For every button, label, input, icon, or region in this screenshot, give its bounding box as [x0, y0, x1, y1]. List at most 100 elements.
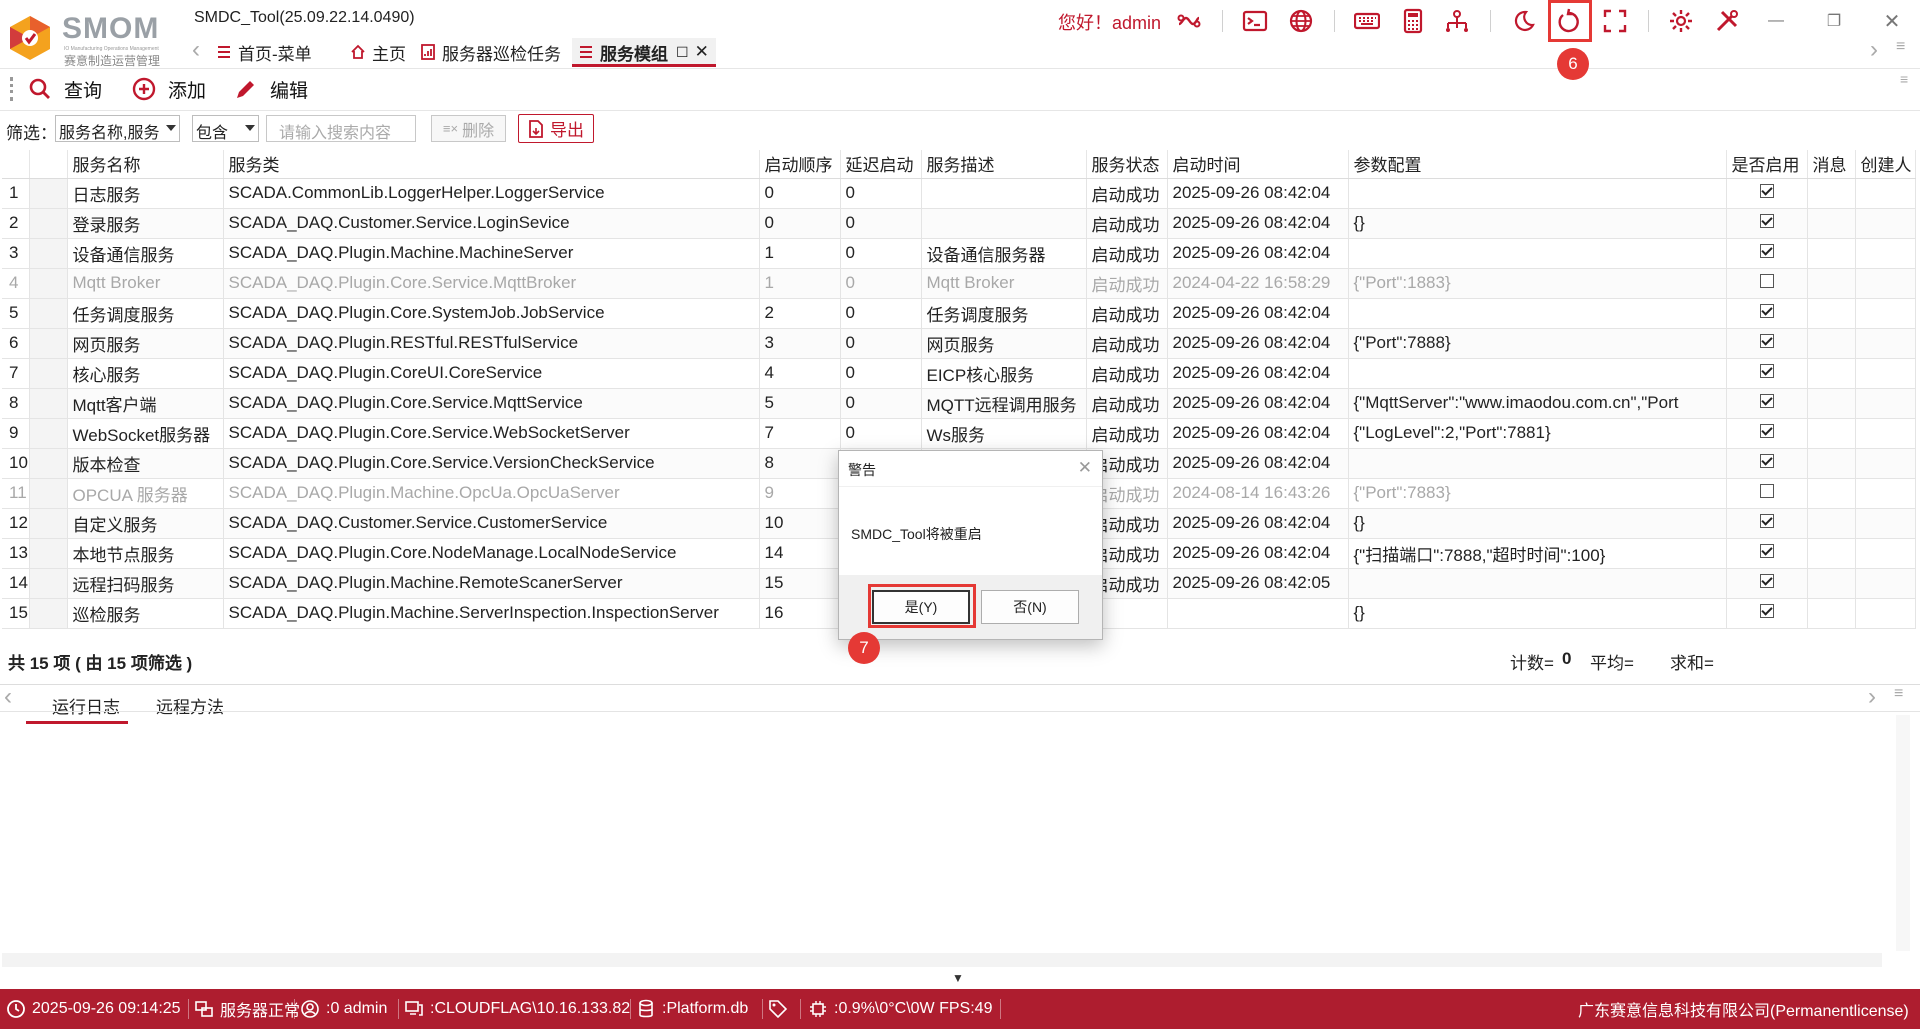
enabled-cell[interactable]	[1726, 268, 1808, 299]
row-indicator[interactable]	[29, 298, 68, 329]
enabled-checkbox[interactable]	[1759, 213, 1774, 228]
col-header[interactable]: 服务名称	[67, 150, 224, 179]
minimize-button[interactable]: —	[1758, 6, 1794, 36]
enabled-cell[interactable]	[1726, 358, 1808, 389]
col-header[interactable]: 是否启用	[1726, 150, 1808, 179]
query-button[interactable]: 查询	[28, 75, 102, 103]
enabled-cell[interactable]	[1726, 508, 1808, 539]
table-row[interactable]: 2 登录服务 SCADA_DAQ.Customer.Service.LoginSev…	[2, 208, 1916, 239]
enabled-cell[interactable]	[1726, 598, 1808, 629]
enabled-cell[interactable]	[1726, 568, 1808, 599]
bottom-tab-scroll-left-icon[interactable]: ‹	[4, 683, 12, 711]
row-indicator[interactable]	[29, 598, 68, 629]
link-icon[interactable]	[1172, 6, 1206, 36]
enabled-cell[interactable]	[1726, 418, 1808, 449]
enabled-cell[interactable]	[1726, 238, 1808, 269]
restore-button[interactable]: ❐	[1816, 6, 1852, 36]
col-header[interactable]: 启动时间	[1167, 150, 1349, 179]
row-indicator[interactable]	[29, 508, 68, 539]
table-row[interactable]: 6 网页服务 SCADA_DAQ.Plugin.RESTful.RESTfulSer…	[2, 328, 1916, 359]
command-overflow-icon[interactable]: ≡	[1900, 71, 1908, 87]
row-indicator[interactable]	[29, 268, 68, 299]
col-header[interactable]: 参数配置	[1348, 150, 1727, 179]
filter-operator-select[interactable]: 包含	[192, 115, 259, 142]
tab-float-icon[interactable]: ☐	[676, 44, 689, 61]
enabled-cell[interactable]	[1726, 538, 1808, 569]
row-indicator[interactable]	[29, 478, 68, 509]
enabled-checkbox[interactable]	[1759, 333, 1774, 348]
enabled-checkbox[interactable]	[1759, 453, 1774, 468]
col-header[interactable]: 服务类	[223, 150, 760, 179]
row-indicator[interactable]	[29, 568, 68, 599]
enabled-checkbox[interactable]	[1759, 573, 1774, 588]
enabled-cell[interactable]	[1726, 208, 1808, 239]
col-header[interactable]: 延迟启动	[840, 150, 922, 179]
tab-runtime-log[interactable]: 运行日志	[26, 693, 128, 724]
dialog-close-icon[interactable]: ✕	[1078, 458, 1092, 478]
table-row[interactable]: 1 日志服务 SCADA.CommonLib.LoggerHelper.Logger…	[2, 178, 1916, 209]
terminal-icon[interactable]	[1238, 6, 1272, 36]
horizontal-scrollbar[interactable]	[2, 953, 1882, 967]
table-row[interactable]: 4 Mqtt Broker SCADA_DAQ.Plugin.Core.Servic…	[2, 268, 1916, 299]
enabled-checkbox[interactable]	[1759, 183, 1774, 198]
toolbar-grip[interactable]	[10, 77, 13, 101]
col-header[interactable]: 服务描述	[921, 150, 1087, 179]
enabled-cell[interactable]	[1726, 388, 1808, 419]
enabled-cell[interactable]	[1726, 448, 1808, 479]
table-row[interactable]: 7 核心服务 SCADA_DAQ.Plugin.CoreUI.CoreService…	[2, 358, 1916, 389]
bottom-tab-scroll-right-icon[interactable]: ›	[1868, 683, 1876, 711]
table-row[interactable]: 8 Mqtt客户端 SCADA_DAQ.Plugin.Core.Service.Mq…	[2, 388, 1916, 419]
edit-button[interactable]: 编辑	[234, 75, 308, 103]
row-indicator[interactable]	[29, 178, 68, 209]
enabled-checkbox[interactable]	[1759, 303, 1774, 318]
fullscreen-icon[interactable]	[1598, 6, 1632, 36]
user-greeting[interactable]: 您好！admin	[1058, 9, 1161, 35]
collapse-panel-icon[interactable]: ▼	[952, 971, 964, 985]
enabled-checkbox[interactable]	[1759, 393, 1774, 408]
vertical-scrollbar[interactable]	[1896, 715, 1910, 951]
tools-icon[interactable]	[1710, 6, 1744, 36]
enabled-checkbox[interactable]	[1759, 543, 1774, 558]
tab-main[interactable]: 主页	[350, 38, 406, 66]
keyboard-icon[interactable]	[1350, 6, 1384, 36]
enabled-checkbox[interactable]	[1759, 483, 1774, 498]
row-indicator[interactable]	[29, 358, 68, 389]
tab-home-menu[interactable]: 首页-菜单	[216, 38, 312, 66]
enabled-checkbox[interactable]	[1759, 273, 1774, 288]
add-button[interactable]: 添加	[132, 75, 206, 103]
no-button[interactable]: 否(N)	[981, 590, 1079, 624]
tab-scroll-right-icon[interactable]: ›	[1870, 36, 1878, 64]
col-header[interactable]: 服务状态	[1086, 150, 1168, 179]
row-indicator[interactable]	[29, 448, 68, 479]
tab-close-icon[interactable]: ✕	[695, 42, 709, 62]
globe-icon[interactable]	[1284, 6, 1318, 36]
enabled-checkbox[interactable]	[1759, 423, 1774, 438]
settings-icon[interactable]	[1664, 6, 1698, 36]
enabled-cell[interactable]	[1726, 478, 1808, 509]
table-row[interactable]: 3 设备通信服务 SCADA_DAQ.Plugin.Machine.MachineS…	[2, 238, 1916, 269]
tab-service-modules[interactable]: 服务模组 ☐ ✕	[572, 38, 716, 67]
network-icon[interactable]	[1440, 6, 1474, 36]
export-button[interactable]: 导出	[518, 114, 594, 143]
table-row[interactable]: 9 WebSocket服务器 SCADA_DAQ.Plugin.Core.Servi…	[2, 418, 1916, 449]
tab-server-inspection[interactable]: 服务器巡检任务	[420, 38, 561, 66]
tab-list-icon[interactable]: ≡	[1896, 38, 1905, 56]
calculator-icon[interactable]	[1396, 6, 1430, 36]
row-indicator[interactable]	[29, 328, 68, 359]
enabled-cell[interactable]	[1726, 178, 1808, 209]
row-indicator[interactable]	[29, 388, 68, 419]
col-header[interactable]: 启动顺序	[759, 150, 841, 179]
enabled-checkbox[interactable]	[1759, 363, 1774, 378]
row-indicator[interactable]	[29, 208, 68, 239]
bottom-tab-list-icon[interactable]: ≡	[1894, 685, 1903, 703]
table-row[interactable]: 5 任务调度服务 SCADA_DAQ.Plugin.Core.SystemJob.J…	[2, 298, 1916, 329]
row-indicator[interactable]	[29, 538, 68, 569]
tab-remote-methods[interactable]: 远程方法	[156, 693, 224, 718]
tab-scroll-left-icon[interactable]: ‹	[192, 36, 200, 64]
row-indicator[interactable]	[29, 418, 68, 449]
enabled-checkbox[interactable]	[1759, 243, 1774, 258]
enabled-checkbox[interactable]	[1759, 603, 1774, 618]
close-window-button[interactable]: ✕	[1874, 6, 1910, 36]
col-header[interactable]: 创建人	[1855, 150, 1916, 179]
enabled-checkbox[interactable]	[1759, 513, 1774, 528]
